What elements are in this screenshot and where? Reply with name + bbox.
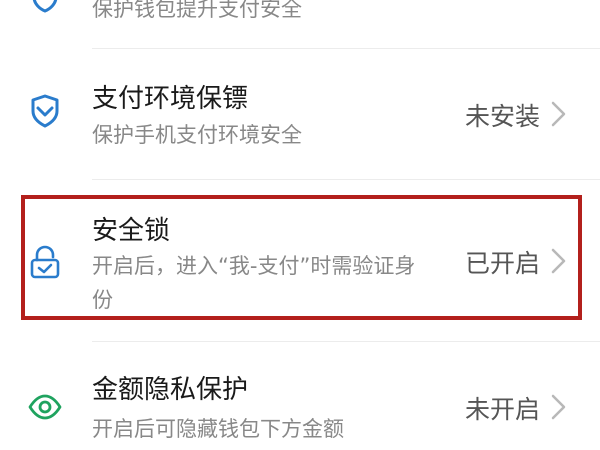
settings-row-amount-privacy[interactable]: 金额隐私保护 开启后可隐藏钱包下方金额 未开启 bbox=[0, 342, 600, 450]
row-subtitle: 开启后可隐藏钱包下方金额 bbox=[92, 417, 344, 441]
highlight-box bbox=[21, 195, 582, 320]
row-status: 未安装 bbox=[464, 102, 540, 131]
row-subtitle: 保护手机支付环境安全 bbox=[92, 123, 302, 147]
shield-icon bbox=[28, 0, 62, 14]
settings-row-payment-bodyguard[interactable]: 支付环境保镖 保护手机支付环境安全 未安装 bbox=[0, 49, 600, 177]
row-title: 支付环境保镖 bbox=[92, 84, 249, 114]
chevron-right-icon bbox=[548, 99, 570, 129]
eye-icon bbox=[28, 390, 62, 424]
row-status: 未开启 bbox=[464, 395, 540, 424]
chevron-right-icon bbox=[548, 392, 570, 422]
shield-check-icon bbox=[28, 94, 62, 128]
settings-row-wallet-protection[interactable]: 保护钱包提升支付安全 bbox=[0, 0, 600, 48]
row-subtitle: 保护钱包提升支付安全 bbox=[92, 0, 302, 21]
row-title: 金额隐私保护 bbox=[92, 375, 249, 405]
